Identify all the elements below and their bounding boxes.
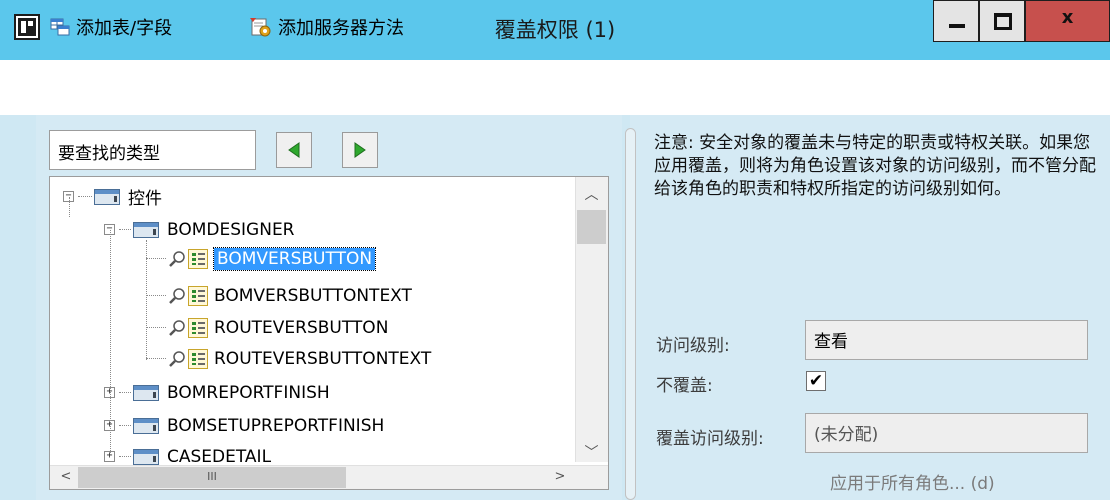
folder-icon xyxy=(133,448,159,465)
tree-item[interactable]: + BOMSETUPREPORTFINISH xyxy=(104,409,384,442)
scroll-up-icon[interactable]: ︿ xyxy=(575,180,608,210)
tree-item[interactable]: BOMVERSBUTTONTEXT xyxy=(146,279,412,312)
arrow-right-icon xyxy=(354,142,366,158)
access-level-label: 访问级别: xyxy=(656,336,730,356)
arrow-left-icon xyxy=(288,142,300,158)
folder-icon xyxy=(133,384,159,401)
add-server-method-button[interactable]: 添加服务器方法 xyxy=(250,14,404,40)
maximize-button[interactable] xyxy=(979,0,1025,42)
add-table-field-label: 添加表/字段 xyxy=(76,18,173,39)
control-icon xyxy=(188,248,208,269)
pane-splitter[interactable] xyxy=(625,128,636,500)
horizontal-scroll-thumb[interactable]: III xyxy=(78,467,346,488)
control-icon xyxy=(188,317,208,338)
folder-icon xyxy=(133,221,159,238)
server-method-icon xyxy=(250,18,271,37)
tree-item-label: 控件 xyxy=(128,189,162,209)
tree-item[interactable]: − 控件 xyxy=(63,180,162,213)
folder-icon xyxy=(133,417,159,434)
tree-item-label: CASEDETAIL xyxy=(167,446,272,467)
previous-button[interactable] xyxy=(276,132,312,168)
vertical-scroll-thumb[interactable] xyxy=(577,210,606,244)
apply-all-roles-button[interactable]: 应用于所有角色... (d) xyxy=(830,469,995,494)
minimize-button[interactable] xyxy=(933,0,979,42)
tree-item[interactable]: ROUTEVERSBUTTON xyxy=(146,311,388,344)
close-button[interactable]: x xyxy=(1025,0,1110,42)
tree-item-label: BOMDESIGNER xyxy=(167,219,295,240)
next-button[interactable] xyxy=(342,132,378,168)
override-access-label: 覆盖访问级别: xyxy=(656,429,764,449)
add-table-field-button[interactable]: 添加表/字段 xyxy=(50,14,172,40)
override-access-field[interactable]: (未分配) xyxy=(805,413,1088,453)
magnifier-icon xyxy=(169,250,185,267)
toolbar xyxy=(0,60,1110,115)
add-server-method-label: 添加服务器方法 xyxy=(278,18,404,39)
tree-item-label: ROUTEVERSBUTTON xyxy=(214,317,389,338)
tree-item[interactable]: ROUTEVERSBUTTONTEXT xyxy=(146,342,431,375)
tree-item-label: BOMVERSBUTTONTEXT xyxy=(214,285,412,306)
override-note: 注意: 安全对象的覆盖未与特定的职责或特权关联。如果您应用覆盖，则将为角色设置该… xyxy=(654,133,1096,199)
scroll-down-icon[interactable]: ﹀ xyxy=(575,438,608,468)
scroll-left-icon[interactable]: < xyxy=(52,466,80,488)
no-override-label: 不覆盖: xyxy=(656,376,713,396)
scroll-right-icon[interactable]: > xyxy=(546,466,574,488)
tree-connector xyxy=(110,230,111,455)
no-override-checkbox[interactable]: ✔ xyxy=(806,371,826,391)
tree-item-label: BOMREPORTFINISH xyxy=(167,382,330,403)
tree-item-label: BOMVERSBUTTON xyxy=(212,246,377,271)
magnifier-icon xyxy=(169,287,185,304)
table-icon xyxy=(50,18,70,36)
tree-connector xyxy=(146,240,147,360)
tree-item-label: BOMSETUPREPORTFINISH xyxy=(167,415,385,436)
tree-connector xyxy=(69,197,70,217)
tree-item-label: ROUTEVERSBUTTONTEXT xyxy=(214,348,432,369)
search-input[interactable]: 要查找的类型 xyxy=(49,130,256,170)
magnifier-icon xyxy=(169,319,185,336)
control-icon xyxy=(188,348,208,369)
control-icon xyxy=(188,285,208,306)
magnifier-icon xyxy=(169,350,185,367)
tree-item[interactable]: + BOMREPORTFINISH xyxy=(104,376,330,409)
tree-item[interactable]: BOMVERSBUTTON xyxy=(146,242,377,275)
folder-icon xyxy=(94,188,120,205)
access-level-field[interactable]: 查看 xyxy=(805,320,1088,360)
